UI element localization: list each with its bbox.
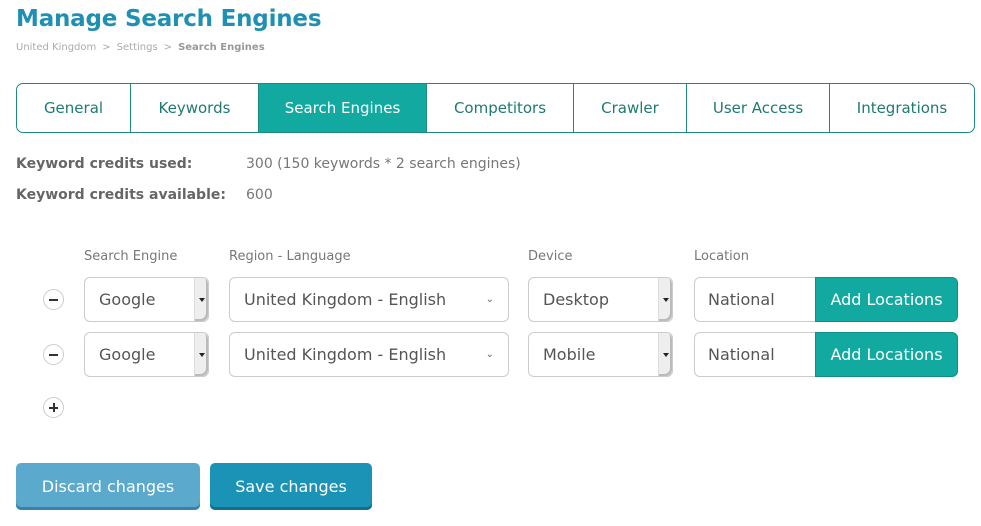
add-locations-button[interactable]: Add Locations <box>815 332 958 377</box>
remove-row-button[interactable] <box>43 344 64 365</box>
tab-crawler[interactable]: Crawler <box>574 84 687 132</box>
search-engine-select[interactable]: Google <box>84 277 209 322</box>
breadcrumb-separator: > <box>102 42 111 53</box>
region-language-value: United Kingdom - English <box>244 290 447 309</box>
select-arrow-box <box>658 333 672 376</box>
device-value: Mobile <box>543 345 596 364</box>
region-language-value: United Kingdom - English <box>244 345 447 364</box>
tab-general[interactable]: General <box>17 84 131 132</box>
location-field[interactable]: National <box>694 332 815 377</box>
tab-keywords[interactable]: Keywords <box>131 84 259 132</box>
credits-available-label: Keyword credits available: <box>16 187 226 203</box>
location-group: National Add Locations <box>694 277 958 322</box>
credits-used-value: 300 (150 keywords * 2 search engines) <box>246 156 521 172</box>
select-arrow-box <box>658 278 672 321</box>
device-select[interactable]: Desktop <box>528 277 673 322</box>
search-engine-value: Google <box>99 290 156 309</box>
breadcrumb-separator: > <box>163 42 173 53</box>
credits-used-label: Keyword credits used: <box>16 156 193 172</box>
region-language-select[interactable]: United Kingdom - English ⌄ <box>229 332 509 377</box>
save-changes-button[interactable]: Save changes <box>210 463 372 510</box>
plus-vertical-bar <box>52 403 55 412</box>
tab-search-engines[interactable]: Search Engines <box>259 84 427 132</box>
settings-tabs: General Keywords Search Engines Competit… <box>16 83 975 133</box>
caret-down-icon <box>198 352 205 357</box>
page-title: Manage Search Engines <box>16 6 322 32</box>
column-label-search-engine: Search Engine <box>84 249 178 264</box>
device-value: Desktop <box>543 290 609 309</box>
breadcrumb-item-region[interactable]: United Kingdom <box>16 42 96 53</box>
caret-down-icon <box>198 297 205 302</box>
caret-down-icon <box>662 297 669 302</box>
minus-circle-icon <box>49 353 58 356</box>
search-engine-select[interactable]: Google <box>84 332 209 377</box>
location-field[interactable]: National <box>694 277 815 322</box>
chevron-down-icon: ⌄ <box>485 294 494 305</box>
region-language-select[interactable]: United Kingdom - English ⌄ <box>229 277 509 322</box>
search-engine-row: Google United Kingdom - English ⌄ Mobile… <box>0 332 981 377</box>
column-label-device: Device <box>528 249 573 264</box>
column-label-region-language: Region - Language <box>229 249 351 264</box>
add-locations-button[interactable]: Add Locations <box>815 277 958 322</box>
add-row-button[interactable] <box>43 397 64 418</box>
tab-integrations[interactable]: Integrations <box>830 84 974 132</box>
select-arrow-box <box>194 278 208 321</box>
search-engine-value: Google <box>99 345 156 364</box>
device-select[interactable]: Mobile <box>528 332 673 377</box>
breadcrumb: United Kingdom > Settings > Search Engines <box>16 42 265 53</box>
caret-down-icon <box>662 352 669 357</box>
minus-circle-icon <box>49 298 58 301</box>
location-group: National Add Locations <box>694 332 958 377</box>
breadcrumb-item-current: Search Engines <box>178 42 265 53</box>
credits-available-value: 600 <box>246 187 273 203</box>
tab-user-access[interactable]: User Access <box>687 84 830 132</box>
breadcrumb-item-settings[interactable]: Settings <box>117 42 158 53</box>
discard-changes-button[interactable]: Discard changes <box>16 463 200 510</box>
select-arrow-box <box>194 333 208 376</box>
tab-competitors[interactable]: Competitors <box>427 84 574 132</box>
chevron-down-icon: ⌄ <box>485 349 494 360</box>
remove-row-button[interactable] <box>43 289 64 310</box>
column-label-location: Location <box>694 249 749 264</box>
search-engine-row: Google United Kingdom - English ⌄ Deskto… <box>0 277 981 322</box>
